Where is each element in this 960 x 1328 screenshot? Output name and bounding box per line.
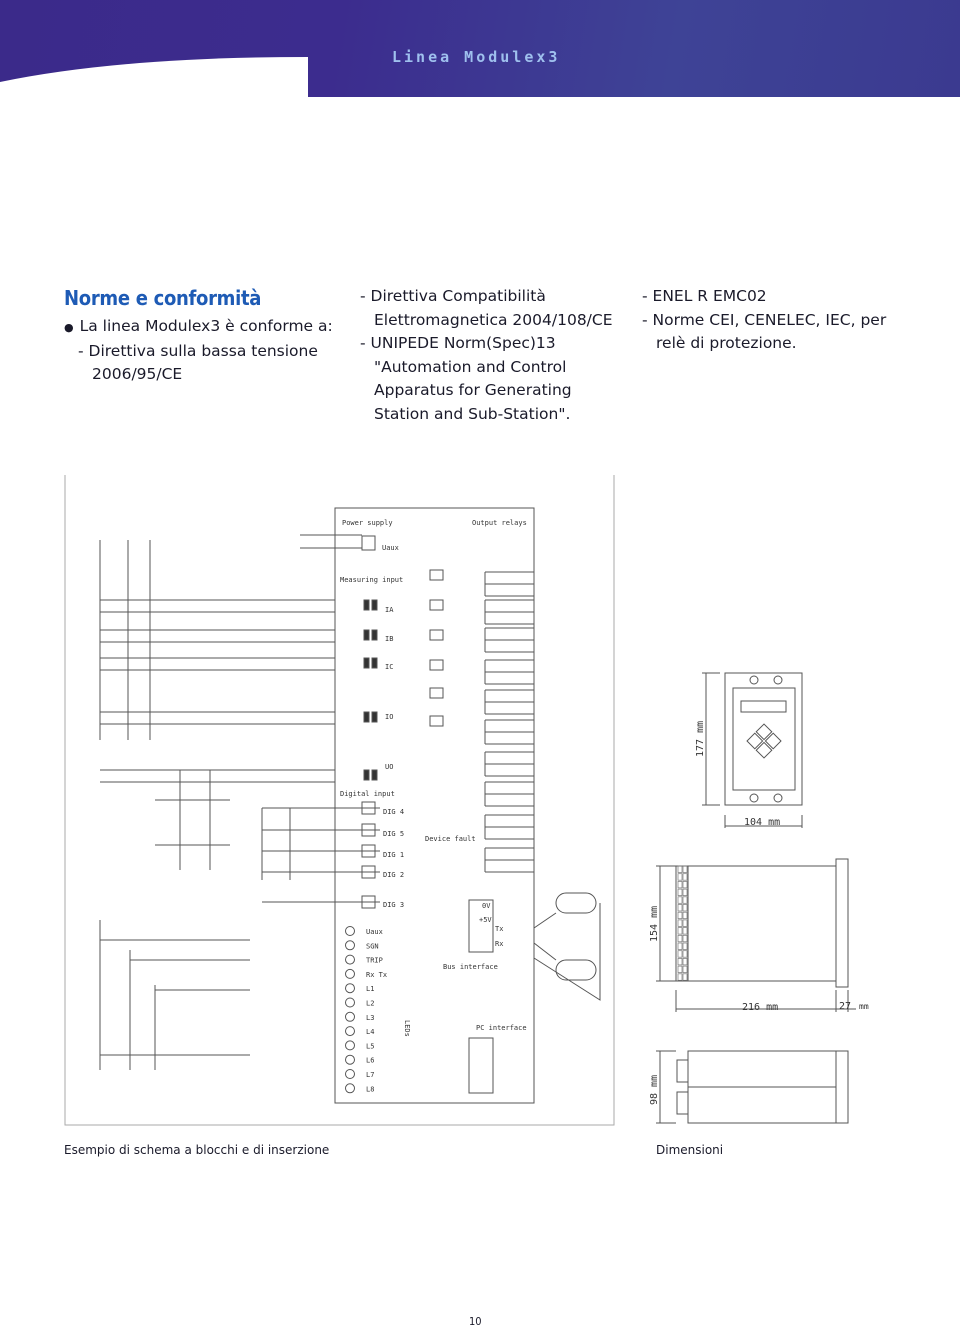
pc-interface-block [468, 1037, 494, 1094]
wire [100, 599, 335, 613]
led-icon [345, 940, 355, 951]
digital-label: DIG 3 [383, 901, 404, 909]
led-icon [345, 1054, 355, 1065]
relay-coil [429, 569, 444, 581]
relay-coil [429, 687, 444, 699]
led-icon [345, 968, 355, 979]
relay-contact [484, 689, 534, 715]
uaux-label: Uaux [382, 544, 399, 552]
led-icon [345, 1083, 355, 1094]
led-label: TRIP [366, 957, 383, 965]
wire [100, 711, 335, 725]
wire [100, 629, 335, 643]
relay-contact [484, 627, 534, 653]
leds-label: LEDs [403, 1020, 411, 1037]
ct-coil [371, 657, 378, 669]
relay-contact [484, 751, 534, 777]
block-diagram: Power supply Uaux Measuring input IA IB … [64, 475, 869, 1126]
relay-contact [484, 659, 534, 685]
relay-contact [484, 719, 534, 745]
wire [100, 769, 335, 783]
digital-input-label: Digital input [340, 790, 395, 798]
led-label: L5 [366, 1042, 374, 1050]
device-fault-label: Device fault [425, 835, 476, 843]
ct-coil [371, 629, 378, 641]
measuring-input-label: Measuring input [340, 576, 403, 584]
relay-contact [484, 571, 534, 597]
pin-label: Rx [495, 940, 503, 948]
cable-shield [555, 892, 597, 914]
power-supply-label: Power supply [342, 519, 393, 527]
dim-height-side: 154 mm [649, 906, 660, 942]
digital-label: DIG 1 [383, 851, 404, 859]
ct-coil [371, 711, 378, 723]
ct-coil [363, 599, 370, 611]
led-icon [345, 1069, 355, 1079]
led-icon [345, 1040, 355, 1051]
led-icon [345, 1026, 355, 1037]
cable-shield [555, 959, 597, 981]
ct-coil [371, 599, 378, 611]
relay-coil [429, 715, 444, 727]
pin-label: Tx [495, 925, 503, 933]
led-icon [345, 954, 355, 965]
relay-contact [484, 781, 534, 807]
led-icon [345, 983, 355, 994]
dim-width-front: 104 mm [744, 817, 780, 828]
input-label: IB [385, 635, 393, 643]
relay-contact [484, 847, 534, 873]
led-icon [345, 1011, 355, 1022]
pin-label: 0V [482, 902, 491, 910]
led-label: L3 [366, 1014, 374, 1022]
caption-diagram: Esempio di schema a blocchi e di inserzi… [64, 1143, 330, 1157]
ct-coil [371, 769, 378, 781]
ct-coil [363, 711, 370, 723]
relay-contact [484, 814, 534, 840]
ct-coil [363, 629, 370, 641]
led-label: L1 [366, 985, 374, 993]
wire [100, 657, 335, 671]
led-label: Uaux [366, 928, 383, 936]
caption-dimensions: Dimensioni [656, 1143, 724, 1157]
digital-label: DIG 2 [383, 871, 404, 879]
power-supply-block [361, 535, 376, 551]
input-label: IA [385, 606, 394, 614]
digital-label: DIG 4 [383, 808, 404, 816]
led-label: Rx Tx [366, 971, 387, 979]
ct-coil [363, 657, 370, 669]
pc-interface-label: PC interface [476, 1024, 527, 1032]
relay-contact [484, 599, 534, 625]
ct-coil [363, 769, 370, 781]
led-label: L6 [366, 1057, 374, 1065]
relay-coil [429, 659, 444, 671]
led-label: L8 [366, 1085, 374, 1093]
dim-height-top: 98 mm [649, 1075, 660, 1105]
led-icon [345, 997, 355, 1008]
led-label: L4 [366, 1028, 374, 1036]
dim-depth-front: 27 [839, 1001, 851, 1012]
input-label: IC [385, 663, 393, 671]
digital-label: DIG 5 [383, 830, 404, 838]
led-label: L7 [366, 1071, 374, 1079]
dim-height-front: 177 mm [695, 721, 706, 757]
led-icon [345, 926, 355, 936]
input-label: IO [385, 713, 393, 721]
bus-interface-label: Bus interface [443, 963, 498, 971]
side-view [687, 865, 837, 982]
led-label: SGN [366, 942, 379, 950]
dim-depth: 216 mm [742, 1002, 778, 1013]
page-number: 10 [469, 1315, 482, 1328]
relay-coil [429, 629, 444, 641]
pin-label: +5V [479, 916, 492, 924]
output-relays-label: Output relays [472, 519, 527, 527]
input-label: UO [385, 763, 393, 771]
relay-coil [429, 599, 444, 611]
dim-depth-front-unit: mm [859, 1002, 869, 1011]
led-label: L2 [366, 1000, 374, 1008]
